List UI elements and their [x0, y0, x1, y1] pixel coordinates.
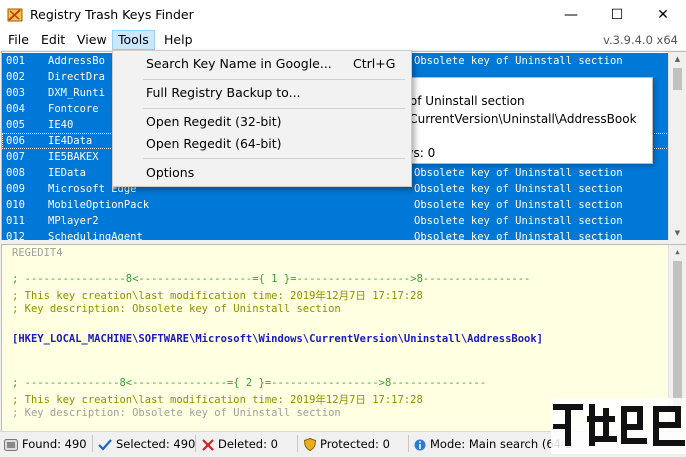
row-key-name: Fontcore: [48, 103, 99, 115]
block-separator: ; ---------------8<---------------={ 2 }…: [12, 377, 487, 389]
status-divider: [195, 435, 196, 452]
maximize-button[interactable]: ☐: [594, 0, 640, 30]
key-info-tooltip: y of Uninstall section s\CurrentVersion\…: [395, 77, 653, 164]
row-number: 008: [6, 167, 25, 179]
menu-help[interactable]: Help: [159, 30, 198, 50]
row-number: 004: [6, 103, 25, 115]
menu-item-label: Search Key Name in Google...: [146, 56, 332, 71]
window-title: Registry Trash Keys Finder: [30, 7, 194, 22]
row-number: 011: [6, 215, 25, 227]
info-icon: [414, 439, 426, 450]
menu-item-label: Open Regedit (64-bit): [146, 136, 282, 151]
menu-bar: File Edit View Tools Help v.3.9.4.0 x64: [0, 30, 686, 50]
menu-item-label: Open Regedit (32-bit): [146, 114, 282, 129]
status-deleted-text: Deleted: 0: [218, 437, 278, 451]
row-key-name: AddressBo: [48, 55, 105, 67]
title-bar: Registry Trash Keys Finder — ☐ ✕: [0, 0, 686, 30]
scroll-up-arrow-icon[interactable]: ▲: [669, 52, 686, 66]
menu-item-options[interactable]: Options: [113, 162, 411, 184]
menu-edit[interactable]: Edit: [36, 30, 70, 50]
scrollbar-thumb[interactable]: [673, 261, 682, 411]
row-description: Obsolete key of Uninstall section: [414, 199, 623, 211]
row-description: Obsolete key of Uninstall section: [414, 55, 623, 67]
block-separator: ; ----------------8<------------------={…: [12, 273, 531, 285]
scroll-down-arrow-icon[interactable]: ▼: [669, 226, 686, 240]
tooltip-line: y of Uninstall section: [399, 94, 525, 108]
minimize-button[interactable]: —: [548, 0, 594, 30]
row-key-name: IE5BAKEX: [48, 151, 99, 163]
status-selected: Selected: 490: [98, 436, 195, 452]
row-number: 006: [6, 135, 25, 147]
menu-item-registry-backup[interactable]: Full Registry Backup to...: [113, 82, 411, 104]
status-found-text: Found: 490: [22, 437, 87, 451]
status-divider: [408, 435, 409, 452]
row-key-name: IE4Data: [48, 135, 93, 147]
status-deleted: Deleted: 0: [202, 436, 278, 452]
status-protected-text: Protected: 0: [320, 437, 390, 451]
row-key-name: IEData: [48, 167, 86, 179]
menu-tools[interactable]: Tools: [112, 30, 155, 50]
checkmark-icon: [98, 438, 112, 451]
menu-item-search-google[interactable]: Search Key Name in Google... Ctrl+G: [113, 53, 411, 75]
menu-item-regedit-32[interactable]: Open Regedit (32-bit): [113, 111, 411, 133]
key-description: ; Key description: Obsolete key of Unins…: [12, 407, 341, 419]
found-icon: [4, 438, 18, 451]
menu-separator: [143, 158, 405, 159]
key-timestamp: ; This key creation\last modification ti…: [12, 394, 423, 406]
row-number: 010: [6, 199, 25, 211]
tooltip-line: s\CurrentVersion\Uninstall\AddressBook: [399, 112, 637, 126]
key-timestamp: ; This key creation\last modification ti…: [12, 290, 423, 302]
row-number: 005: [6, 119, 25, 131]
menu-separator: [143, 108, 405, 109]
shield-icon: [304, 438, 316, 451]
row-number: 002: [6, 71, 25, 83]
list-scrollbar[interactable]: ▲ ▼: [668, 52, 686, 240]
row-key-name: DirectDra: [48, 71, 105, 83]
scroll-up-arrow-icon[interactable]: ▲: [669, 245, 686, 259]
status-divider: [92, 435, 93, 452]
scrollbar-thumb[interactable]: [673, 68, 682, 90]
row-key-name: DXM_Runti: [48, 87, 105, 99]
status-found: Found: 490: [4, 436, 87, 452]
status-divider: [297, 435, 298, 452]
row-key-name: MPlayer2: [48, 215, 99, 227]
menu-item-shortcut: Ctrl+G: [353, 56, 396, 71]
row-description: Obsolete key of Uninstall section: [414, 215, 623, 227]
menu-item-label: Options: [146, 165, 195, 180]
row-key-name: MobileOptionPack: [48, 199, 150, 211]
key-description: ; Key description: Obsolete key of Unins…: [12, 303, 341, 315]
menu-separator: [143, 79, 405, 80]
close-button[interactable]: ✕: [640, 0, 686, 30]
list-row-011[interactable]: 011 MPlayer2 Obsolete key of Uninstall s…: [2, 213, 669, 229]
row-number: 007: [6, 151, 25, 163]
regedit-header: REGEDIT4: [12, 247, 63, 259]
list-row-010[interactable]: 010 MobileOptionPack Obsolete key of Uni…: [2, 197, 669, 213]
delete-x-icon: [202, 438, 214, 451]
menu-item-label: Full Registry Backup to...: [146, 85, 301, 100]
row-number: 009: [6, 183, 25, 195]
row-number: 001: [6, 55, 25, 67]
row-description: Obsolete key of Uninstall section: [414, 183, 623, 195]
watermark-logo: [551, 398, 686, 454]
registry-key-path: [HKEY_LOCAL_MACHINE\SOFTWARE\Microsoft\W…: [12, 333, 544, 345]
app-logo-icon: [7, 8, 23, 22]
row-number: 003: [6, 87, 25, 99]
row-description: Obsolete key of Uninstall section: [414, 167, 623, 179]
row-key-name: IE40: [48, 119, 74, 131]
status-protected: Protected: 0: [304, 436, 390, 452]
menu-file[interactable]: File: [3, 30, 34, 50]
tools-dropdown-menu: Search Key Name in Google... Ctrl+G Full…: [112, 50, 412, 187]
menu-item-regedit-64[interactable]: Open Regedit (64-bit): [113, 133, 411, 155]
version-label: v.3.9.4.0 x64: [603, 33, 678, 47]
status-selected-text: Selected: 490: [116, 437, 196, 451]
watermark-logo-icon: [553, 404, 685, 446]
status-mode: Mode: Main search (64-b: [414, 436, 572, 452]
menu-view[interactable]: View: [72, 30, 112, 50]
